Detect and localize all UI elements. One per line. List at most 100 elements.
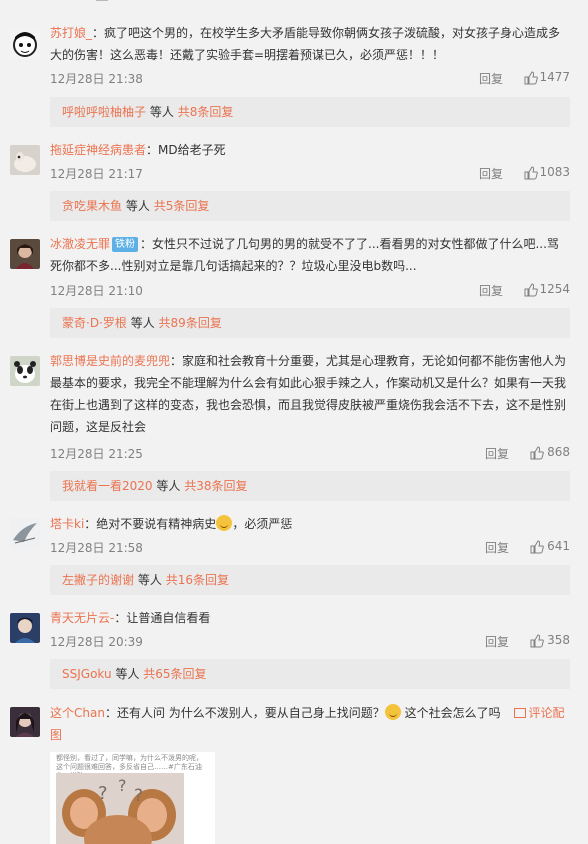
- comment-body: ：让普通自信看看: [114, 611, 211, 625]
- sub-reply-count[interactable]: 共65条回复: [143, 667, 206, 681]
- sub-reply-bar[interactable]: 我就看一看2020 等人 共38条回复: [50, 471, 570, 501]
- sub-reply-others: 等人: [115, 667, 140, 681]
- comment-body: 最基本的要求，我完全不能理解为什么会有如此心狠手辣之人，作案动机又是什么？如果有…: [50, 376, 567, 390]
- avatar[interactable]: [10, 613, 40, 643]
- svg-text:?: ?: [98, 783, 108, 804]
- reply-button[interactable]: 回复: [479, 70, 503, 87]
- svg-text:?: ?: [134, 786, 143, 806]
- comment-meta: 12月28日 21:10 回复 1254: [50, 282, 570, 300]
- comment-body: ：疯了吧这个男的，在校学生多大矛盾能导致你朝俩女孩子泼硫酸，对女孩子身心造成多: [92, 26, 561, 40]
- comment-body: ：绝对不要说有精神病史: [84, 517, 217, 531]
- avatar[interactable]: [10, 518, 40, 548]
- like-count: 1083: [539, 165, 570, 179]
- sub-reply-user[interactable]: 蒙奇·D·罗根: [62, 316, 127, 330]
- fan-badge[interactable]: 铁粉: [112, 237, 139, 252]
- sub-reply-user[interactable]: 我就看一看2020: [62, 479, 153, 493]
- sub-reply-count[interactable]: 共5条回复: [154, 199, 210, 213]
- thumbs-up-icon[interactable]: [524, 166, 538, 180]
- comment-time: 12月28日 21:58: [50, 541, 143, 555]
- like-count: 868: [547, 445, 570, 459]
- reply-button[interactable]: 回复: [485, 539, 509, 556]
- comment-username[interactable]: 这个Chan: [50, 706, 105, 720]
- sub-reply-others: 等人: [149, 105, 174, 119]
- sub-reply-user[interactable]: SSJGoku: [62, 667, 112, 681]
- reply-button[interactable]: 回复: [479, 282, 503, 299]
- comment-username[interactable]: 苏打娘_: [50, 26, 92, 40]
- comment-meta: 12月28日 21:38 回复 1477: [50, 70, 570, 88]
- reply-button[interactable]: 回复: [485, 633, 509, 650]
- comment-body: ：家庭和社会教育十分重要，尤其是心理教育，无论如何都不能伤害他人为: [170, 354, 567, 368]
- comment-time: 12月28日 21:10: [50, 284, 143, 298]
- thumbs-up-icon[interactable]: [530, 634, 544, 648]
- sub-reply-others: 等人: [156, 479, 181, 493]
- sub-reply-user[interactable]: 呼啦呼啦柚柚子: [62, 105, 146, 119]
- sub-reply-bar[interactable]: 蒙奇·D·罗根 等人 共89条回复: [50, 308, 570, 338]
- sub-reply-bar[interactable]: 呼啦呼啦柚柚子 等人 共8条回复: [50, 97, 570, 127]
- comment-meta: 12月28日 21:25 回复 868: [50, 445, 570, 463]
- sub-reply-count[interactable]: 共16条回复: [166, 573, 229, 587]
- sub-reply-bar[interactable]: 左撇子的谢谢 等人 共16条回复: [50, 565, 570, 595]
- sub-reply-count[interactable]: 共89条回复: [159, 316, 222, 330]
- comment-meta: 12月28日 20:39 回复 358: [50, 633, 570, 651]
- thumbs-up-icon[interactable]: [530, 446, 544, 460]
- like-count: 1254: [539, 282, 570, 296]
- image-icon: [514, 708, 527, 718]
- comment-body: ：还有人问 为什么不泼别人，要从自己身上找问题？: [104, 706, 385, 720]
- svg-text:?: ?: [118, 776, 127, 795]
- cartoon-mouse-image: ? ? ?: [56, 773, 184, 844]
- sub-reply-others: 等人: [137, 573, 162, 587]
- comment-body: ：女性只不过说了几句男的男的就受不了了...看看男的对女性都做了什么吧...骂: [140, 237, 559, 251]
- sub-reply-user[interactable]: 左撇子的谢谢: [62, 573, 134, 587]
- sub-reply-bar[interactable]: SSJGoku 等人 共65条回复: [50, 659, 570, 689]
- comment-time: 12月28日 20:39: [50, 635, 143, 649]
- reply-button[interactable]: 回复: [479, 165, 503, 182]
- avatar[interactable]: [10, 239, 40, 269]
- smile-emoji-icon: [216, 515, 233, 531]
- comment-body: 问题，这是反社会: [50, 420, 147, 434]
- thumbs-up-icon[interactable]: [530, 540, 544, 554]
- like-count: 358: [547, 633, 570, 647]
- sub-reply-user[interactable]: 贪吃果木鱼: [62, 199, 122, 213]
- comment-image[interactable]: 都怪别，看过了，同学嘛，为什么不泼男的呢，这个问题很难回答，多反省自己……#广东…: [50, 752, 215, 844]
- like-count: 1477: [539, 70, 570, 84]
- avatar[interactable]: [10, 707, 40, 737]
- comment-time: 12月28日 21:38: [50, 72, 143, 86]
- comment-body: 死你都不多...性别对立是靠几句话搞起来的？？垃圾心里没电b数吗...: [50, 259, 417, 273]
- comment-body: ，必须严惩: [232, 517, 293, 531]
- sub-reply-others: 等人: [125, 199, 150, 213]
- comment-time: 12月28日 21:17: [50, 167, 143, 181]
- comment-text: 青天无片云-：让普通自信看看: [50, 607, 570, 629]
- sub-reply-others: 等人: [130, 316, 155, 330]
- comment-text: 苏打娘_：疯了吧这个男的，在校学生多大矛盾能导致你朝俩女孩子泼硫酸，对女孩子身心…: [50, 22, 570, 66]
- avatar[interactable]: [10, 29, 40, 59]
- comment-meta: 12月28日 21:58 回复 641: [50, 539, 570, 557]
- thumbs-up-icon[interactable]: [524, 71, 538, 85]
- comment-text: 塔卡ki：绝对不要说有精神病史 ，必须严惩: [50, 513, 570, 535]
- sub-reply-bar[interactable]: 贪吃果木鱼 等人 共5条回复: [50, 191, 570, 221]
- sub-reply-count[interactable]: 共38条回复: [184, 479, 247, 493]
- comment-time: 12月28日 21:25: [50, 447, 143, 461]
- comment-username[interactable]: 青天无片云-: [50, 611, 114, 625]
- comment-body: 在街上也遇到了这样的变态，我也会恐惧，而且我觉得皮肤被严重烧伤我会活不下去，这不…: [50, 398, 567, 412]
- comment-body: 这个社会怎么了吗: [404, 706, 501, 720]
- comment-pic-link[interactable]: 评论配: [514, 706, 564, 720]
- comment-username[interactable]: 塔卡ki: [50, 517, 84, 531]
- comment-body: ：MD给老子死: [146, 143, 226, 157]
- comment-text: 这个Chan：还有人问 为什么不泼别人，要从自己身上找问题？ 这个社会怎么了吗 …: [50, 702, 570, 746]
- reply-button[interactable]: 回复: [485, 445, 509, 462]
- comment-username[interactable]: 郭思博是史前的麦兜兜: [50, 354, 170, 368]
- sub-reply-count[interactable]: 共8条回复: [178, 105, 234, 119]
- avatar[interactable]: [10, 145, 40, 175]
- comment-username[interactable]: 冰澈凌无罪: [50, 237, 110, 251]
- comment-text: 冰澈凌无罪 铁粉 ：女性只不过说了几句男的男的就受不了了...看看男的对女性都做了什…: [50, 233, 570, 277]
- comment-pic-link-continued[interactable]: 图: [50, 728, 62, 742]
- avatar[interactable]: [10, 356, 40, 386]
- thumbs-up-icon[interactable]: [524, 283, 538, 297]
- comment-text: 拖延症神经病患者：MD给老子死: [50, 139, 570, 161]
- comment-body: 大的伤害！这么恶毒！还戴了实验手套=明摆着预谋已久，必须严惩！！！: [50, 48, 445, 62]
- thinking-emoji-icon: [384, 704, 401, 720]
- comment-username[interactable]: 拖延症神经病患者: [50, 143, 146, 157]
- previous-comment-edge: [0, 0, 588, 6]
- comment-meta: 12月28日 21:17 回复 1083: [50, 165, 570, 183]
- like-count: 641: [547, 539, 570, 553]
